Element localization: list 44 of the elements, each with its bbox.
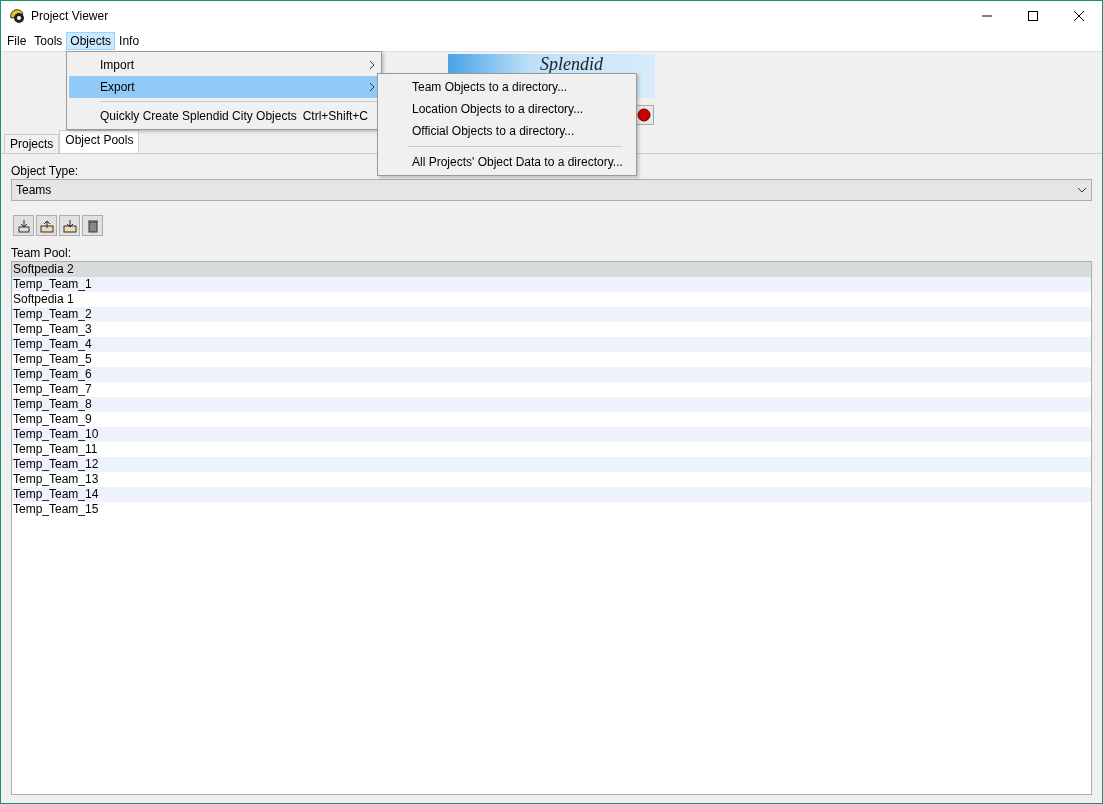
menu-item[interactable]: Import: [69, 54, 379, 76]
list-item[interactable]: Temp_Team_11: [12, 442, 1091, 457]
menu-item[interactable]: File: [3, 32, 31, 50]
menu-item[interactable]: All Projects' Object Data to a directory...: [380, 151, 634, 173]
tab[interactable]: Object Pools: [59, 130, 140, 153]
app-icon: [9, 8, 25, 24]
chevron-icon: [370, 83, 375, 91]
list-item[interactable]: Temp_Team_14: [12, 487, 1091, 502]
menu-item[interactable]: Official Objects to a directory...: [380, 120, 634, 142]
list-item[interactable]: Temp_Team_10: [12, 427, 1091, 442]
folder-download-icon[interactable]: [59, 215, 80, 236]
chevron-down-icon: [1077, 187, 1087, 193]
folder-upload-icon[interactable]: [36, 215, 57, 236]
list-item[interactable]: Temp_Team_3: [12, 322, 1091, 337]
list-item[interactable]: Temp_Team_2: [12, 307, 1091, 322]
list-item[interactable]: Temp_Team_7: [12, 382, 1091, 397]
menu-item[interactable]: Info: [115, 32, 144, 50]
import-icon[interactable]: [13, 215, 34, 236]
chevron-icon: [370, 61, 375, 69]
list-item[interactable]: Temp_Team_9: [12, 412, 1091, 427]
list-item[interactable]: Softpedia 1: [12, 292, 1091, 307]
list-item[interactable]: Temp_Team_6: [12, 367, 1091, 382]
shortcut: Ctrl+Shift+C: [302, 109, 369, 123]
list-item[interactable]: Softpedia 2: [12, 262, 1091, 277]
trash-icon[interactable]: [82, 215, 103, 236]
tab[interactable]: Projects: [4, 134, 60, 153]
field-label: Team Pool:: [11, 246, 73, 260]
menu-item[interactable]: Location Objects to a directory...: [380, 98, 634, 120]
menu-item[interactable]: Export: [69, 76, 379, 98]
list-item[interactable]: Temp_Team_5: [12, 352, 1091, 367]
list-item[interactable]: Temp_Team_12: [12, 457, 1091, 472]
close-icon: [1074, 11, 1084, 21]
list-item[interactable]: Temp_Team_13: [12, 472, 1091, 487]
maximize-icon: [1028, 11, 1038, 21]
field-label: Object Type:: [11, 164, 80, 178]
list-item[interactable]: Temp_Team_15: [12, 502, 1091, 517]
list-item[interactable]: Temp_Team_8: [12, 397, 1091, 412]
list-item[interactable]: Temp_Team_4: [12, 337, 1091, 352]
window-title: Project Viewer: [31, 9, 109, 23]
menu-item[interactable]: Quickly Create Splendid City Objects Ctrl+Shift+C: [69, 105, 379, 127]
menu-item[interactable]: Objects: [66, 32, 116, 50]
object-type-dropdown[interactable]: Teams: [11, 179, 1092, 201]
list-item[interactable]: Temp_Team_1: [12, 277, 1091, 292]
menu-item[interactable]: Tools: [30, 32, 67, 50]
